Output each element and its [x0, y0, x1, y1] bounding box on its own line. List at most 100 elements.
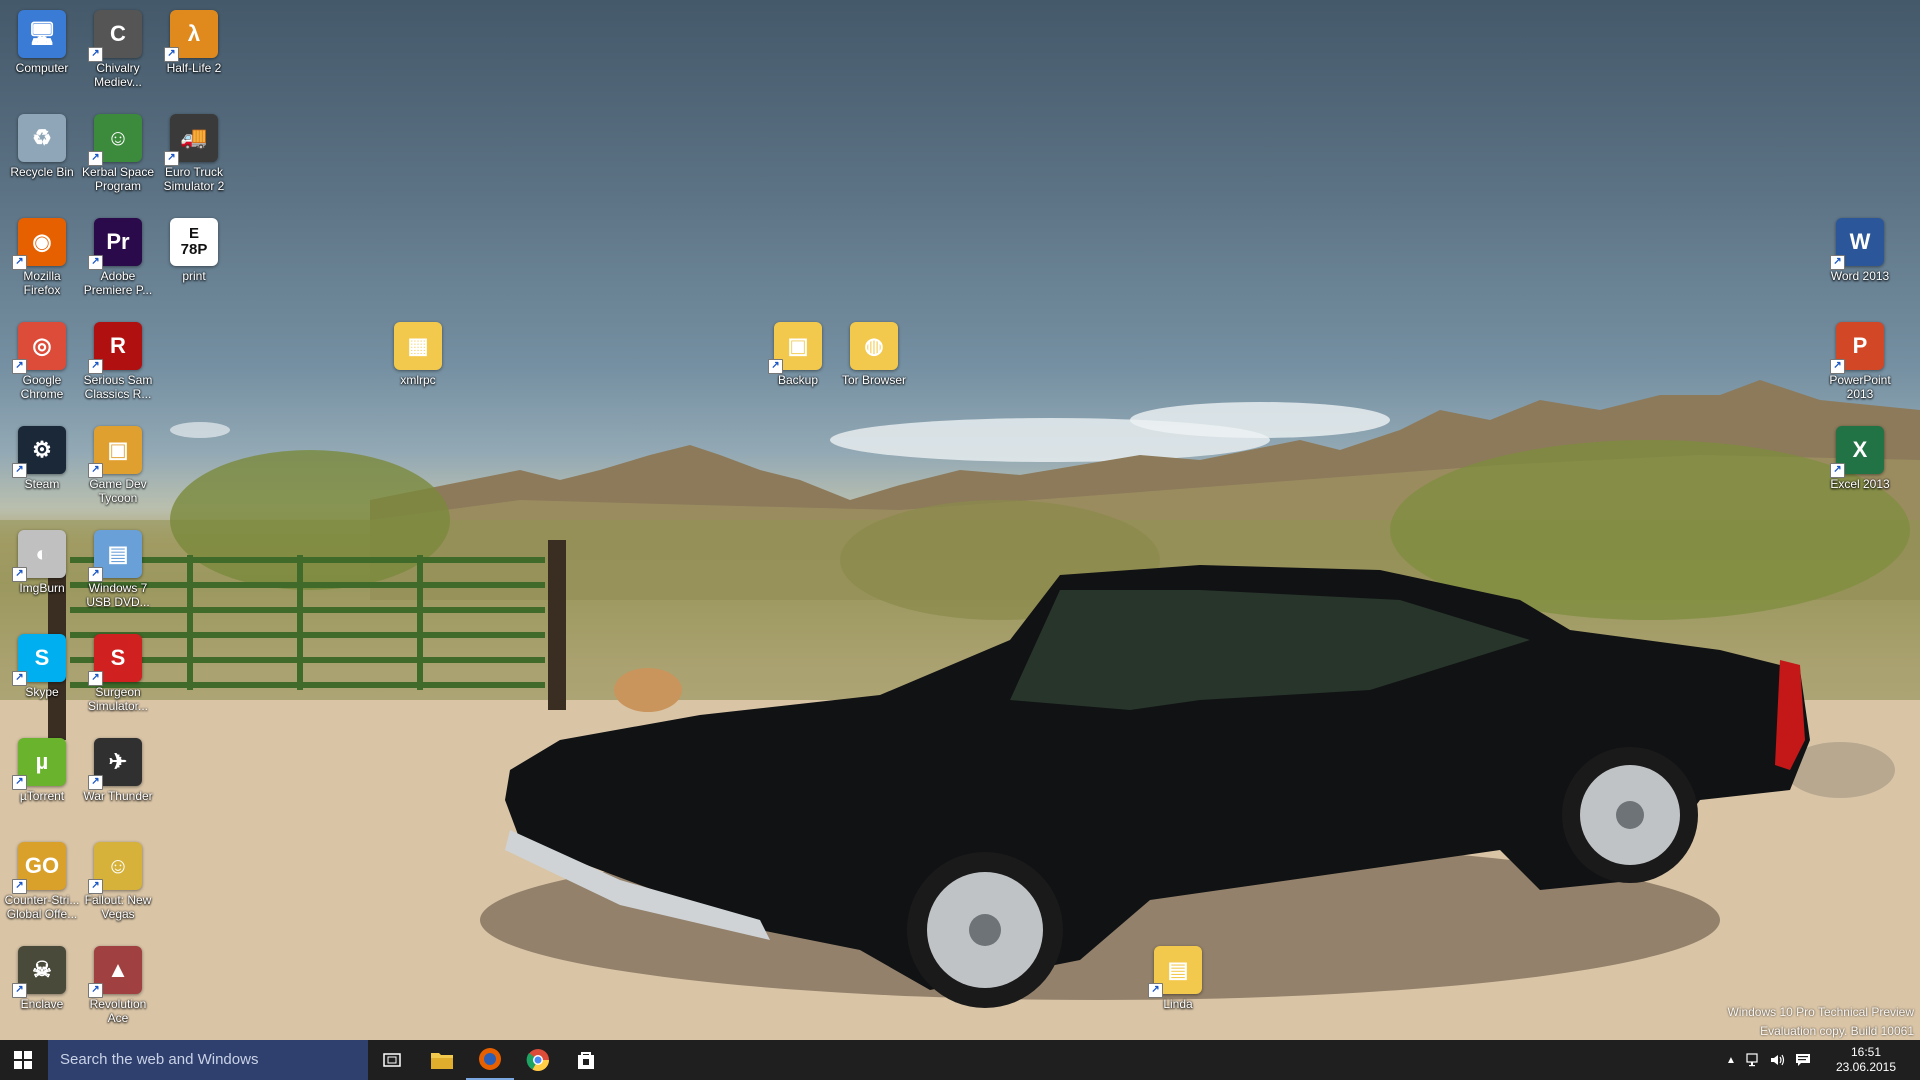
revolution-ace-icon: ▲ ↗: [88, 946, 142, 998]
recycle-bin-icon: ♻: [18, 114, 66, 162]
desktop-icon-powerpoint-2013[interactable]: P ↗ PowerPoint 2013: [1818, 322, 1902, 401]
euro-truck-simulator-2-icon: 🚚 ↗: [164, 114, 218, 166]
message-icon: [1796, 1054, 1810, 1066]
store-icon: [578, 1052, 594, 1069]
surgeon-simulator-icon: S ↗: [88, 634, 142, 686]
desktop-icon-counter-strike-go[interactable]: GO ↗ Counter-Stri... Global Offe...: [0, 842, 84, 921]
desktop-icon-adobe-premiere[interactable]: Pr ↗ Adobe Premiere P...: [76, 218, 160, 297]
desktop-icon-label: Revolution Ace: [89, 997, 147, 1025]
desktop-icon-label: Recycle Bin: [10, 165, 74, 179]
chrome-icon: [526, 1049, 549, 1071]
desktop-icon-steam[interactable]: ⚙ ↗ Steam: [0, 426, 84, 491]
desktop-icon-linda[interactable]: ▤ ↗ Linda: [1136, 946, 1220, 1011]
linda-icon: ▤ ↗: [1148, 946, 1202, 998]
desktop-icon-xmlrpc[interactable]: ▦ xmlrpc: [376, 322, 460, 387]
shortcut-arrow-icon: ↗: [88, 255, 103, 270]
shortcut-arrow-icon: ↗: [768, 359, 783, 374]
desktop-icon-excel-2013[interactable]: X ↗ Excel 2013: [1818, 426, 1902, 491]
shortcut-arrow-icon: ↗: [12, 983, 27, 998]
desktop-icon-imgburn[interactable]: ◐ ↗ ImgBurn: [0, 530, 84, 595]
desktop-icon-backup[interactable]: ▣ ↗ Backup: [756, 322, 840, 387]
half-life-2-icon: λ ↗: [164, 10, 218, 62]
chivalry-icon: C ↗: [88, 10, 142, 62]
desktop-icon-label: Serious Sam Classics R...: [83, 373, 153, 401]
desktop-icon-surgeon-simulator[interactable]: S ↗ Surgeon Simulator...: [76, 634, 160, 713]
desktop-icon-google-chrome[interactable]: ◎ ↗ Google Chrome: [0, 322, 84, 401]
skype-icon: S ↗: [12, 634, 66, 686]
chevron-up-icon: ▲: [1726, 1054, 1736, 1066]
speaker-icon: [1771, 1054, 1785, 1066]
network-button[interactable]: [1742, 1040, 1766, 1080]
desktop-icon-skype[interactable]: S ↗ Skype: [0, 634, 84, 699]
clock-date: 23.06.2015: [1835, 1060, 1897, 1074]
desktop-icon-label: Excel 2013: [1830, 477, 1890, 491]
network-icon: [1746, 1053, 1758, 1067]
desktop-icon-label: Computer: [15, 61, 69, 75]
shortcut-arrow-icon: ↗: [1830, 359, 1845, 374]
task-view-button[interactable]: [372, 1040, 412, 1080]
desktop-icon-fallout-new-vegas[interactable]: ☺ ↗ Fallout: New Vegas: [76, 842, 160, 921]
google-chrome-icon: ◎ ↗: [12, 322, 66, 374]
desktop-icon-label: Word 2013: [1830, 269, 1890, 283]
desktop-icon-label: Enclave: [20, 997, 64, 1011]
desktop-icon-tor-browser[interactable]: ◍ Tor Browser: [832, 322, 916, 387]
start-button[interactable]: [0, 1040, 46, 1080]
shortcut-arrow-icon: ↗: [1830, 463, 1845, 478]
firefox-taskbar-button[interactable]: [466, 1040, 514, 1080]
desktop-icon-label: PowerPoint 2013: [1829, 373, 1891, 401]
shortcut-arrow-icon: ↗: [164, 47, 179, 62]
desktop-icon-label: Chivalry Mediev...: [94, 61, 142, 89]
kerbal-space-program-icon: ☺ ↗: [88, 114, 142, 166]
shortcut-arrow-icon: ↗: [12, 463, 27, 478]
desktop-icon-enclave[interactable]: ☠ ↗ Enclave: [0, 946, 84, 1011]
show-hidden-icons-button[interactable]: ▲: [1720, 1040, 1742, 1080]
desktop-icon-print[interactable]: E 78P print: [152, 218, 236, 283]
serious-sam-icon: R ↗: [88, 322, 142, 374]
desktop-icon-half-life-2[interactable]: λ ↗ Half-Life 2: [152, 10, 236, 75]
action-center-button[interactable]: [1790, 1040, 1816, 1080]
desktop-icon-recycle-bin[interactable]: ♻ Recycle Bin: [0, 114, 84, 179]
desktop-icon-label: ImgBurn: [19, 581, 65, 595]
desktop-icon-label: Counter-Stri... Global Offe...: [4, 893, 80, 921]
shortcut-arrow-icon: ↗: [1148, 983, 1163, 998]
adobe-premiere-icon: Pr ↗: [88, 218, 142, 270]
shortcut-arrow-icon: ↗: [1830, 255, 1845, 270]
windows-logo-icon: [14, 1051, 32, 1069]
clock-time: 16:51: [1850, 1045, 1882, 1059]
desktop-icon-chivalry[interactable]: C ↗ Chivalry Mediev...: [76, 10, 160, 89]
store-taskbar-button[interactable]: [562, 1040, 610, 1080]
windows-7-usb-dvd-icon: ▤ ↗: [88, 530, 142, 582]
shortcut-arrow-icon: ↗: [12, 567, 27, 582]
volume-button[interactable]: [1766, 1040, 1790, 1080]
search-box[interactable]: Search the web and Windows: [48, 1040, 368, 1080]
desktop-icon-utorrent[interactable]: µ ↗ µTorrent: [0, 738, 84, 803]
desktop-icon-kerbal-space-program[interactable]: ☺ ↗ Kerbal Space Program: [76, 114, 160, 193]
wallpaper: [0, 380, 1920, 1040]
desktop-icon-word-2013[interactable]: W ↗ Word 2013: [1818, 218, 1902, 283]
desktop-icon-computer[interactable]: 🖥 Computer: [0, 10, 84, 75]
shortcut-arrow-icon: ↗: [88, 151, 103, 166]
taskbar: Search the web and Windows ▲ 16:51 23.06…: [0, 1040, 1920, 1080]
desktop-icon-serious-sam[interactable]: R ↗ Serious Sam Classics R...: [76, 322, 160, 401]
desktop-icon-label: Fallout: New Vegas: [84, 893, 152, 921]
desktop-icon-mozilla-firefox[interactable]: ◉ ↗ Mozilla Firefox: [0, 218, 84, 297]
desktop-icon-label: µTorrent: [19, 789, 65, 803]
shortcut-arrow-icon: ↗: [88, 671, 103, 686]
desktop-icon-euro-truck-simulator-2[interactable]: 🚚 ↗ Euro Truck Simulator 2: [152, 114, 236, 193]
desktop-icon-game-dev-tycoon[interactable]: ▣ ↗ Game Dev Tycoon: [76, 426, 160, 505]
desktop-icon-label: Steam: [24, 477, 60, 491]
chrome-taskbar-button[interactable]: [514, 1040, 562, 1080]
desktop-icon-label: Adobe Premiere P...: [83, 269, 153, 297]
counter-strike-go-icon: GO ↗: [12, 842, 66, 894]
enclave-icon: ☠ ↗: [12, 946, 66, 998]
clock[interactable]: 16:51 23.06.2015: [1816, 1040, 1916, 1080]
file-explorer-button[interactable]: [418, 1040, 466, 1080]
desktop-icon-label: xmlrpc: [400, 373, 436, 387]
desktop-icon-label: Windows 7 USB DVD...: [86, 581, 150, 609]
desktop-icon-revolution-ace[interactable]: ▲ ↗ Revolution Ace: [76, 946, 160, 1025]
desktop-icon-label: Mozilla Firefox: [23, 269, 61, 297]
task-view-icon: [383, 1053, 401, 1067]
watermark-line1: Windows 10 Pro Technical Preview: [1727, 1005, 1914, 1019]
desktop-icon-war-thunder[interactable]: ✈ ↗ War Thunder: [76, 738, 160, 803]
desktop-icon-windows-7-usb-dvd[interactable]: ▤ ↗ Windows 7 USB DVD...: [76, 530, 160, 609]
